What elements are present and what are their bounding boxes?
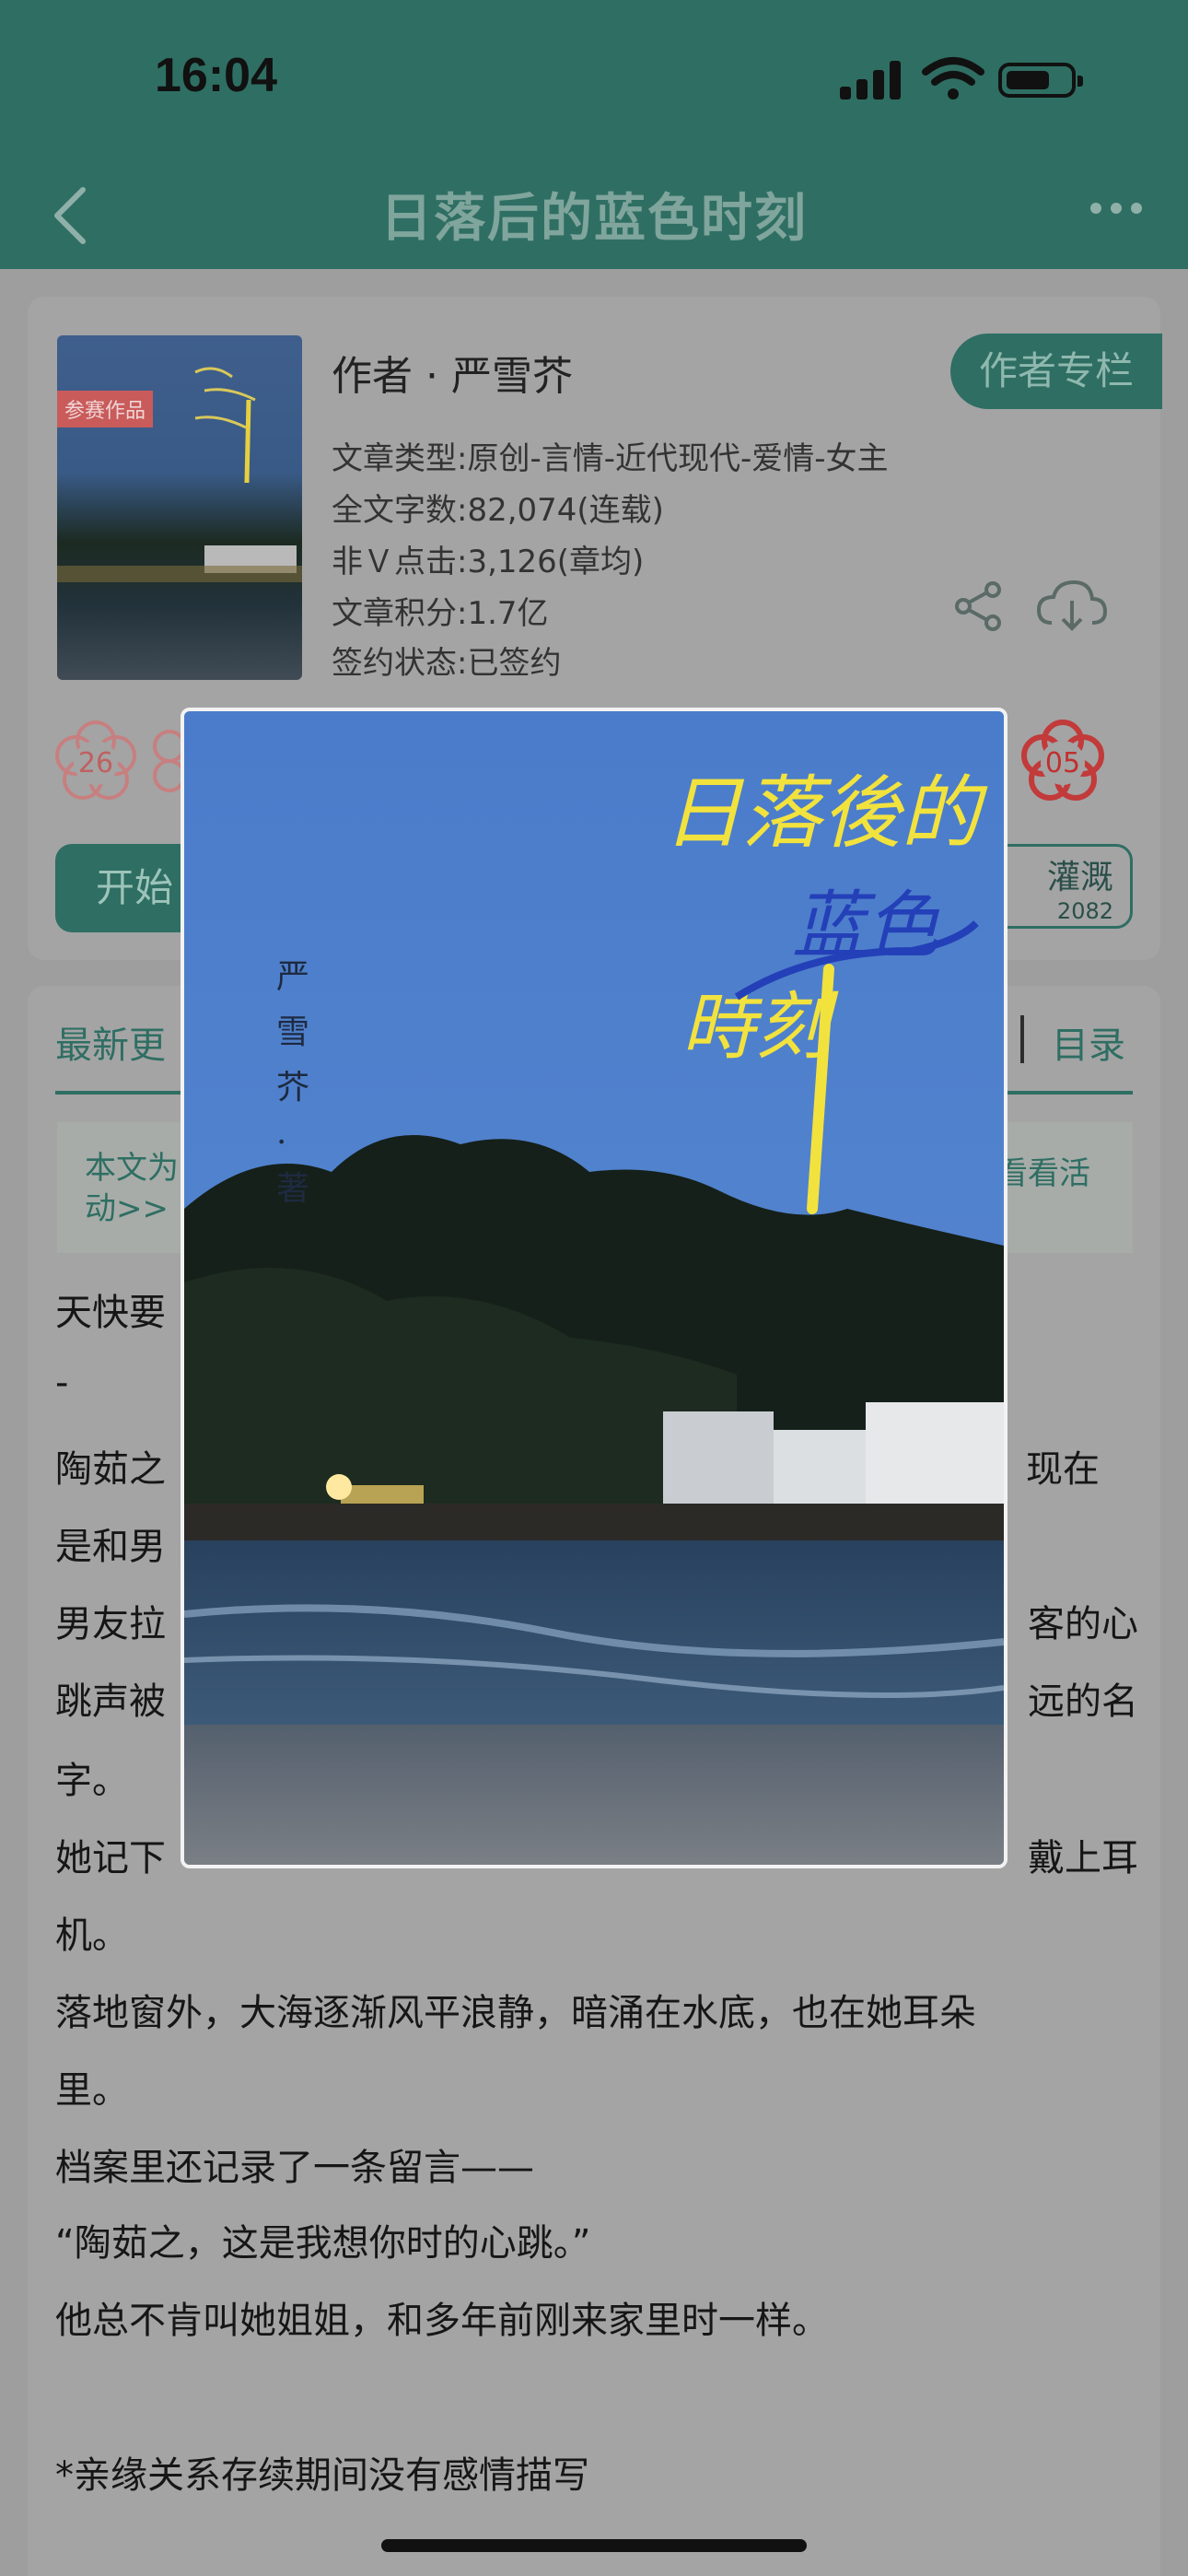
- flower-count-left: 26: [78, 747, 113, 779]
- tab-latest-update[interactable]: 最新更: [55, 1015, 166, 1069]
- book-cover-thumbnail[interactable]: 参赛作品: [57, 335, 302, 680]
- battery-icon: [998, 63, 1083, 98]
- flower-count-right: 05: [1045, 747, 1080, 779]
- wifi-icon: [922, 57, 984, 100]
- content-line: 陶茹之: [55, 1448, 166, 1491]
- flower-badge-icon: 26: [55, 720, 136, 800]
- irrigate-button[interactable]: 灌溉 2082: [996, 844, 1133, 929]
- cover-preview-image: 日落後的 蓝色 時刻 严 雪 芥 · 著: [184, 711, 1004, 1865]
- tab-table-of-contents[interactable]: 目录: [1052, 1015, 1125, 1069]
- author-name[interactable]: 作者 · 严雪芥: [332, 343, 573, 402]
- content-line: 档案里还记录了一条留言——: [55, 2147, 534, 2189]
- status-time: 16:04: [155, 49, 277, 102]
- content-line: 他总不肯叫她姐姐，和多年前刚来家里时一样。: [55, 2300, 829, 2342]
- content-line: 客的心: [1028, 1603, 1138, 1645]
- content-line: 是和男: [55, 1526, 166, 1568]
- home-indicator[interactable]: [381, 2539, 807, 2552]
- content-line: 她记下: [55, 1837, 166, 1879]
- content-line: 男友拉: [55, 1603, 166, 1645]
- content-line: 戴上耳: [1028, 1837, 1138, 1879]
- cover-artwork: [57, 367, 302, 582]
- content-line: 跳声被: [55, 1680, 166, 1723]
- content-line: -: [55, 1362, 69, 1404]
- flower-badge-red-icon: 05: [1021, 720, 1104, 801]
- page-title: 日落后的蓝色时刻: [380, 189, 808, 249]
- content-line: 机。: [55, 1914, 129, 1957]
- flower-badge-partial-icon: [153, 730, 184, 792]
- content-line: “陶茹之，这是我想你时的心跳。”: [55, 2222, 591, 2265]
- meta-clicks: 非Ｖ点击:3,126(章均): [332, 544, 645, 580]
- content-line: 现在: [1026, 1448, 1100, 1491]
- download-cloud-icon[interactable]: [1035, 577, 1109, 636]
- content-line: *亲缘关系存续期间没有感情描写: [55, 2454, 589, 2497]
- notice-text: 本文为动>>: [85, 1150, 179, 1227]
- irrigate-label: 灌溉: [1046, 859, 1113, 896]
- cover-title-line3: 時刻: [681, 984, 839, 1070]
- author-column-button[interactable]: 作者专栏: [950, 334, 1162, 409]
- tab-separator: [1020, 1015, 1024, 1063]
- irrigate-count: 2082: [1056, 898, 1113, 924]
- meta-score: 文章积分:1.7亿: [332, 595, 549, 632]
- content-line: 里。: [55, 2069, 129, 2112]
- notice-link[interactable]: 看看活: [996, 1148, 1090, 1193]
- content-line: 远的名: [1028, 1680, 1138, 1723]
- meta-word-count: 全文字数:82,074(连载): [332, 492, 664, 529]
- content-line: 天快要: [55, 1292, 166, 1334]
- status-bar: 16:04: [0, 0, 1188, 157]
- meta-genre: 文章类型:原创-言情-近代现代-爱情-女主: [332, 440, 889, 477]
- cellular-signal-icon: [840, 61, 904, 100]
- cover-preview-popup[interactable]: 日落後的 蓝色 時刻 严 雪 芥 · 著: [181, 708, 1007, 1868]
- more-options-icon[interactable]: [1090, 193, 1142, 221]
- content-line: 字。: [55, 1760, 129, 1802]
- meta-contract-status: 签约状态:已签约: [332, 645, 562, 682]
- cover-title-line1: 日落後的: [663, 767, 988, 860]
- nav-bar: 日落后的蓝色时刻: [0, 157, 1188, 269]
- share-icon[interactable]: [952, 580, 1004, 632]
- content-line: 落地窗外，大海逐渐风平浪静，暗涌在水底，也在她耳朵: [55, 1992, 976, 2034]
